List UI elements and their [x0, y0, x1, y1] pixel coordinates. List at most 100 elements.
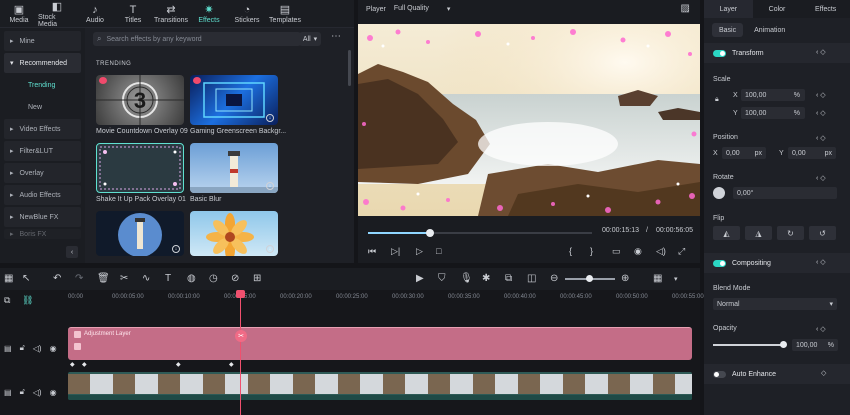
mute-icon[interactable]: ◁) — [33, 344, 42, 353]
tab-color[interactable]: Color — [753, 0, 802, 18]
fullscreen-icon[interactable]: ⤢ — [678, 246, 685, 257]
transform-toggle[interactable] — [713, 49, 726, 57]
download-icon[interactable]: ↓ — [266, 245, 274, 253]
search-input[interactable]: ⌕ Search effects by any keyword — [93, 32, 301, 46]
grid-layout-icon[interactable]: ▦ — [4, 273, 13, 284]
quality-dropdown[interactable]: Full Quality ▾ — [394, 5, 451, 13]
reset-icon[interactable]: ‹ ◇ — [816, 258, 826, 266]
step-back-icon[interactable]: ▷| — [391, 246, 400, 257]
speed-icon[interactable]: ◷ — [209, 273, 218, 284]
compositing-section[interactable]: Compositing — [704, 253, 850, 273]
keyframe-icon[interactable]: ‹ ◇ — [816, 134, 826, 142]
playback-progress[interactable] — [368, 229, 592, 237]
volume-icon[interactable]: ◁) — [656, 246, 666, 257]
mark-out-icon[interactable]: } — [590, 246, 593, 256]
keyframe-icon[interactable]: ‹ ◇ — [816, 325, 826, 333]
sidebar-item-audio-effects[interactable]: ▸ Audio Effects — [4, 185, 81, 205]
keyframe-marker[interactable]: ◆ — [229, 361, 234, 368]
tab-effects[interactable]: Effects — [801, 0, 850, 18]
video-preview[interactable] — [358, 24, 700, 216]
adjustment-layer-clip[interactable]: Adjustment Layer — [68, 327, 692, 360]
video-clip[interactable] — [68, 372, 692, 400]
audio-stretch-icon[interactable]: ∿ — [142, 273, 150, 284]
effect-card-flower[interactable]: ↓ — [190, 211, 278, 256]
reset-icon[interactable]: ‹ ◇ — [816, 48, 826, 56]
zoom-out-icon[interactable]: ⊖ — [550, 273, 558, 284]
toolbar-stock-media[interactable]: ◧ Stock Media — [38, 0, 76, 28]
sidebar-item-recommended[interactable]: ▾ Recommended — [4, 53, 81, 73]
lock-aspect-icon[interactable]: 🔒︎ — [715, 96, 719, 104]
sidebar-item-mine[interactable]: ▸ Mine — [4, 31, 81, 51]
progress-handle[interactable] — [426, 229, 434, 237]
rotate-counterclockwise-button[interactable]: ↺ — [809, 226, 836, 240]
keyframe-icon[interactable]: ‹ ◇ — [816, 109, 826, 117]
select-tool-icon[interactable]: ↖ — [22, 273, 30, 284]
link-icon[interactable]: ⛓︎ — [22, 295, 33, 306]
toolbar-effects[interactable]: ✷ Effects — [190, 0, 228, 28]
sidebar-item-boris-fx[interactable]: ▸ Boris FX — [4, 229, 81, 239]
auto-enhance-toggle[interactable] — [713, 370, 726, 378]
effect-card-lighthouse-circle[interactable]: ↓ — [96, 211, 184, 256]
compositing-toggle[interactable] — [713, 259, 726, 267]
snapshot-tool-icon[interactable]: ◫ — [527, 273, 536, 284]
undo-icon[interactable]: ↶ — [53, 273, 61, 284]
lock-icon[interactable]: 🔓︎ — [20, 343, 25, 353]
render-icon[interactable]: ▶ — [416, 273, 424, 284]
scale-x-input[interactable]: 100,00% — [741, 89, 805, 101]
playhead[interactable] — [240, 290, 241, 415]
toolbar-media[interactable]: ▣ Media — [0, 0, 38, 28]
sidebar-item-video-effects[interactable]: ▸ Video Effects — [4, 119, 81, 139]
text-tool-icon[interactable]: T — [165, 273, 171, 284]
auto-enhance-section[interactable]: Auto Enhance — [704, 364, 850, 384]
flip-horizontal-button[interactable]: ◮ — [745, 226, 772, 240]
keyframe-marker[interactable]: ◆ — [82, 361, 87, 368]
rotate-dial[interactable] — [713, 187, 725, 199]
eye-icon[interactable]: ◉ — [50, 344, 57, 353]
marker-icon[interactable]: ⛉ — [438, 273, 446, 284]
more-options-icon[interactable]: ⋯ — [331, 31, 341, 42]
toolbar-titles[interactable]: T Titles — [114, 0, 152, 28]
blend-mode-dropdown[interactable]: Normal ▾ — [713, 298, 837, 310]
mask-icon[interactable]: ⊘ — [231, 273, 239, 284]
rotate-clockwise-button[interactable]: ↻ — [777, 226, 804, 240]
zoom-slider-handle[interactable] — [586, 275, 593, 282]
download-icon[interactable]: ↓ — [266, 114, 274, 122]
scissors-icon[interactable]: ✂ — [120, 273, 128, 284]
eye-icon[interactable]: ◉ — [50, 388, 57, 397]
previous-frame-icon[interactable]: ⏮ — [368, 246, 376, 257]
monitor-icon[interactable]: ▭ — [612, 246, 621, 257]
sidebar-item-overlay[interactable]: ▸ Overlay — [4, 163, 81, 183]
add-track-icon[interactable]: ⧉ — [4, 295, 10, 306]
play-icon[interactable]: ▷ — [416, 246, 423, 257]
tab-layer[interactable]: Layer — [704, 0, 753, 18]
split-scissors-icon[interactable]: ✂ — [235, 330, 247, 342]
sidebar-item-filter-lut[interactable]: ▸ Filter&LUT — [4, 141, 81, 161]
zoom-in-icon[interactable]: ⊕ — [621, 273, 629, 284]
stop-icon[interactable]: □ — [436, 246, 441, 256]
snapshot-icon[interactable]: ▨ — [681, 3, 690, 14]
camera-icon[interactable]: ◉ — [634, 246, 642, 257]
mark-in-icon[interactable]: { — [569, 246, 572, 256]
download-icon[interactable]: ↓ — [266, 182, 274, 190]
microphone-icon[interactable]: 🎙︎ — [460, 273, 473, 284]
effect-card-basic-blur[interactable]: ↓ — [190, 143, 278, 193]
scrollbar[interactable] — [348, 50, 351, 86]
toolbar-transitions[interactable]: ⇄ Transitions — [152, 0, 190, 28]
filter-dropdown[interactable]: All ▾ — [299, 32, 321, 46]
mute-icon[interactable]: ◁) — [33, 388, 42, 397]
sidebar-item-trending[interactable]: Trending — [4, 75, 81, 95]
toolbar-stickers[interactable]: ◔ Stickers — [228, 0, 266, 28]
delete-icon[interactable]: 🗑︎ — [97, 273, 110, 284]
position-x-input[interactable]: 0,00 px — [722, 147, 766, 159]
stabilize-icon[interactable]: ⊞ — [253, 273, 261, 284]
scale-y-input[interactable]: 100,00% — [741, 107, 805, 119]
redo-icon[interactable]: ↷ — [75, 273, 83, 284]
split-icon[interactable]: ⧉ — [505, 273, 512, 284]
effect-card-gaming-greenscreen[interactable]: ↓ — [190, 75, 278, 125]
keyframe-icon[interactable]: ‹ ◇ — [816, 91, 826, 99]
transform-section[interactable]: Transform — [704, 43, 850, 63]
opacity-input[interactable]: 100,00% — [792, 339, 838, 351]
flip-vertical-button[interactable]: ◭ — [713, 226, 740, 240]
collapse-sidebar-button[interactable]: ‹ — [66, 246, 78, 258]
lock-icon[interactable]: 🔓︎ — [20, 387, 25, 397]
